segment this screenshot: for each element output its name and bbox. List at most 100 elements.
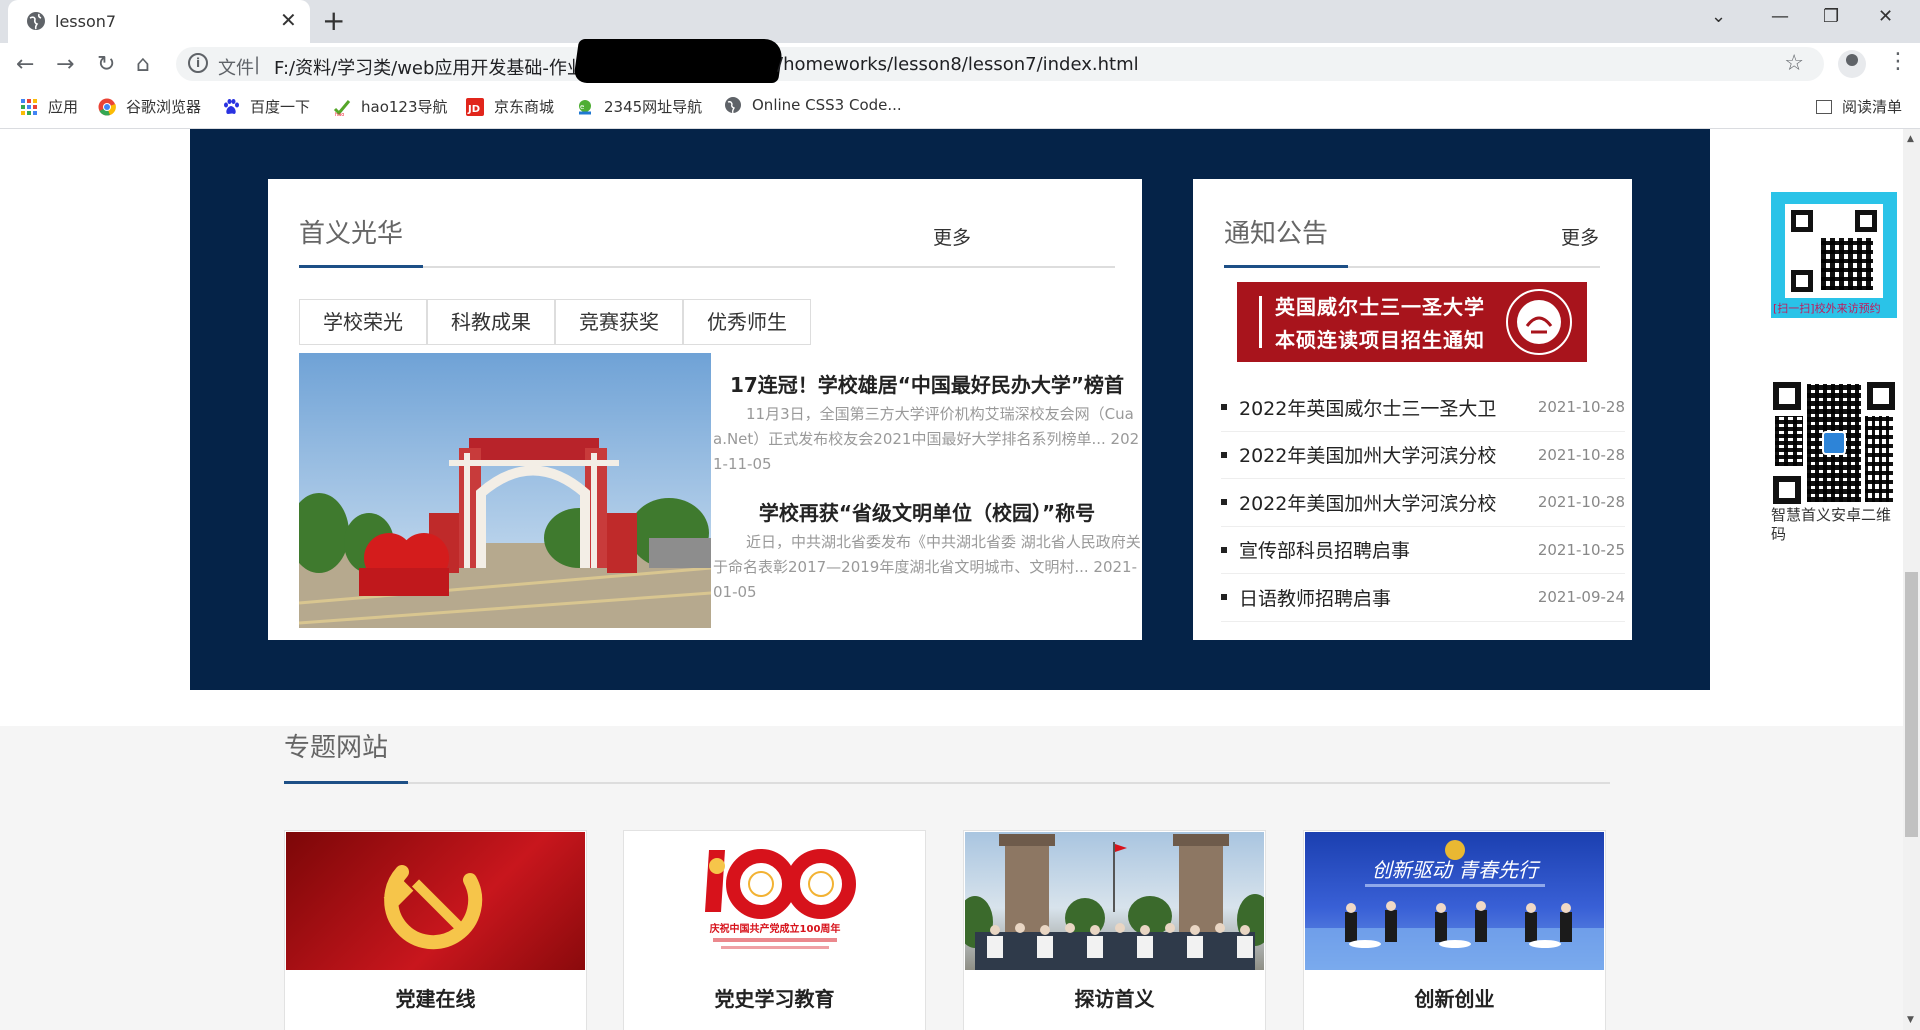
new-tab-button[interactable]: + <box>322 4 345 37</box>
news-title[interactable]: 17连冠！学校雄居“中国最好民办大学”榜首 <box>713 369 1141 398</box>
topic-card-innovation[interactable]: 创新驱动 青春先行 创新创业 <box>1303 830 1606 1030</box>
browser-tab-strip: lesson7 ✕ + ⌄ — ❐ ✕ <box>0 0 1920 43</box>
reading-list-label: 阅读清单 <box>1841 98 1902 116</box>
news-summary: 近日，中共湖北省委发布《中共湖北省委 湖北省人民政府关于命名表彰2017—201… <box>713 533 1141 601</box>
close-tab-icon[interactable]: ✕ <box>280 8 297 32</box>
browser-toolbar: ← → ↻ ⌂ i 文件 | F:/资料/学习类/web应用开发基础-作业 /h… <box>0 39 1920 86</box>
profile-avatar[interactable] <box>1838 50 1866 78</box>
qr-code-inner <box>1785 204 1883 298</box>
notice-title[interactable]: 2022年美国加州大学河滨分校 <box>1221 489 1496 516</box>
bookmark-label: 百度一下 <box>250 98 311 116</box>
party-emblem-image <box>286 832 585 970</box>
notice-title[interactable]: 2022年英国威尔士三一圣大卫 <box>1221 394 1496 421</box>
jd-icon: JD <box>466 97 484 116</box>
reload-icon[interactable]: ↻ <box>97 52 115 77</box>
topic-card-party-history[interactable]: 庆祝中国共产党成立100周年 党史学习教育 <box>623 830 926 1030</box>
list-item[interactable]: 2022年英国威尔士三一圣大卫 2021-10-28 <box>1221 384 1625 432</box>
tab-excellent-people[interactable]: 优秀师生 <box>683 299 811 345</box>
section-divider-accent <box>1224 265 1348 268</box>
tab-competition-awards[interactable]: 竞赛获奖 <box>555 299 683 345</box>
restore-button[interactable]: ❐ <box>1823 6 1839 27</box>
more-link[interactable]: 更多 <box>933 223 971 250</box>
news-title[interactable]: 学校再获“省级文明单位（校园）”称号 <box>713 497 1141 526</box>
more-menu-icon[interactable]: ⋮ <box>1887 49 1909 74</box>
page-scrollbar[interactable]: ▲ ▼ <box>1903 129 1920 1030</box>
globe-icon <box>725 97 741 114</box>
qr-code-icon <box>1771 380 1897 506</box>
tab-research-results[interactable]: 科教成果 <box>427 299 555 345</box>
tab-search-icon[interactable]: ⌄ <box>1711 6 1726 27</box>
topic-card-title: 创新创业 <box>1414 987 1495 1011</box>
notice-date: 2021-09-24 <box>1537 588 1625 607</box>
list-item[interactable]: 宣传部科员招聘启事 2021-10-25 <box>1221 527 1625 574</box>
news-summary: 11月3日，全国第三方大学评价机构艾瑞深校友会网（Cuaa.Net）正式发布校友… <box>713 405 1140 473</box>
topic-card-party-building[interactable]: 党建在线 <box>284 830 587 1030</box>
section-title: 通知公告 <box>1224 219 1329 249</box>
forward-icon[interactable]: → <box>56 52 74 77</box>
notice-date: 2021-10-28 <box>1537 445 1625 464</box>
banner-line1: 英国威尔士三一圣大学 <box>1275 295 1485 319</box>
scrollbar-thumb[interactable] <box>1905 572 1918 837</box>
scroll-down-icon[interactable]: ▼ <box>1907 1015 1914 1025</box>
topic-card-visit[interactable]: 探访首义 <box>963 830 1266 1030</box>
globe-icon <box>27 12 45 30</box>
notice-panel: 通知公告 更多 英国威尔士三一圣大学 本硕连读项目招生通知 2022年英国威尔士… <box>1193 179 1632 640</box>
bookmark-label: 谷歌浏览器 <box>126 98 202 116</box>
list-item[interactable]: 2022年美国加州大学河滨分校 2021-10-28 <box>1221 432 1625 479</box>
browser-tab[interactable]: lesson7 ✕ <box>8 0 310 43</box>
qr-code-icon: [扫一扫]校外来访预约 <box>1771 192 1897 318</box>
bookmark-chrome[interactable]: 谷歌浏览器 <box>98 96 201 117</box>
list-item[interactable]: 2022年美国加州大学河滨分校 2021-10-28 <box>1221 479 1625 527</box>
notice-banner[interactable]: 英国威尔士三一圣大学 本硕连读项目招生通知 <box>1237 282 1587 362</box>
reading-list-icon <box>1815 100 1832 114</box>
notice-title[interactable]: 日语教师招聘启事 <box>1221 584 1391 611</box>
bookmark-hao123[interactable]: hao hao123导航 <box>333 96 448 117</box>
bookmark-label: 2345网址导航 <box>604 98 703 116</box>
section-divider-accent <box>299 265 423 268</box>
hammer-sickle-icon <box>383 865 483 950</box>
bookmark-2345[interactable]: e 2345网址导航 <box>576 96 702 117</box>
banner-line2: 本硕连读项目招生通知 <box>1275 328 1485 352</box>
bookmark-apps[interactable]: 应用 <box>20 96 78 117</box>
navy-section: 首义光华 更多 学校荣光 科教成果 竞赛获奖 优秀师生 17连冠！学校雄居“中国… <box>190 129 1710 690</box>
university-seal-icon <box>1506 289 1572 355</box>
bookmark-css3[interactable]: Online CSS3 Code... <box>724 96 902 114</box>
back-icon[interactable]: ← <box>16 52 34 77</box>
innovation-forum-image: 创新驱动 青春先行 <box>1305 832 1604 970</box>
minimize-button[interactable]: — <box>1771 6 1789 27</box>
centenary-logo-icon: 庆祝中国共产党成立100周年 <box>705 849 856 949</box>
section-divider-accent <box>284 781 408 784</box>
bookmark-baidu[interactable]: 百度一下 <box>222 96 310 117</box>
notice-date: 2021-10-28 <box>1537 398 1625 417</box>
qr-caption: [扫一扫]校外来访预约 <box>1773 302 1881 315</box>
visit-qr-widget[interactable]: [扫一扫]校外来访预约 <box>1771 192 1897 318</box>
news-item[interactable]: 学校再获“省级文明单位（校园）”称号 近日，中共湖北省委发布《中共湖北省委 湖北… <box>713 497 1141 605</box>
scheme-divider: | <box>254 54 261 75</box>
campus-gate-illustration <box>299 353 711 628</box>
chrome-icon <box>98 98 116 116</box>
reading-list[interactable]: 阅读清单 <box>1815 96 1902 117</box>
close-window-button[interactable]: ✕ <box>1878 6 1893 27</box>
campus-gate-image[interactable] <box>299 353 711 628</box>
news-item[interactable]: 17连冠！学校雄居“中国最好民办大学”榜首 11月3日，全国第三方大学评价机构艾… <box>713 369 1141 477</box>
notice-title[interactable]: 宣传部科员招聘启事 <box>1221 536 1410 563</box>
notice-title[interactable]: 2022年美国加州大学河滨分校 <box>1221 441 1496 468</box>
app-qr-widget[interactable]: 智慧首义安卓二维码 <box>1771 380 1897 544</box>
address-bar[interactable]: i 文件 | F:/资料/学习类/web应用开发基础-作业 /homeworks… <box>176 39 1824 83</box>
bookmark-star-icon[interactable]: ☆ <box>1784 51 1804 76</box>
list-item[interactable]: 日语教师招聘启事 2021-09-24 <box>1221 574 1625 622</box>
scroll-up-icon[interactable]: ▲ <box>1907 134 1914 144</box>
banner-divider <box>1259 296 1262 348</box>
bookmark-jd[interactable]: JD 京东商城 <box>466 96 554 117</box>
more-link[interactable]: 更多 <box>1561 223 1599 250</box>
section-title: 首义光华 <box>299 219 404 249</box>
bookmark-label: hao123导航 <box>361 98 448 116</box>
bookmark-label: 应用 <box>48 98 79 116</box>
topic-card-title: 党建在线 <box>395 987 476 1011</box>
home-icon[interactable]: ⌂ <box>136 52 150 77</box>
site-info-icon[interactable]: i <box>188 53 208 73</box>
url-prefix: F:/资料/学习类/web应用开发基础-作业 <box>274 58 585 79</box>
tab-school-glory[interactable]: 学校荣光 <box>299 299 427 345</box>
centenary-caption: 庆祝中国共产党成立100周年 <box>709 922 841 935</box>
glory-panel: 首义光华 更多 学校荣光 科教成果 竞赛获奖 优秀师生 17连冠！学校雄居“中国… <box>268 179 1142 640</box>
